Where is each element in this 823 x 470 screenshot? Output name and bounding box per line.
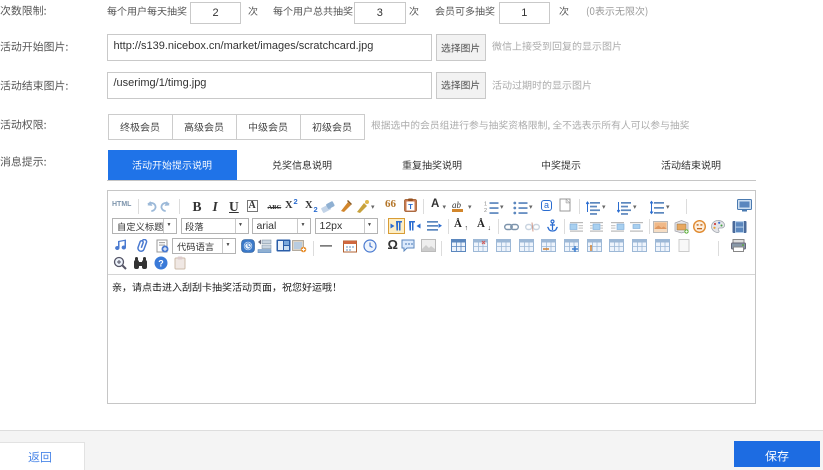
svg-text:2: 2: [484, 208, 487, 214]
svg-text:T: T: [408, 202, 413, 211]
svg-text:?: ?: [158, 259, 164, 269]
svg-text:1: 1: [484, 202, 487, 208]
svg-text:ab: ab: [452, 200, 462, 210]
